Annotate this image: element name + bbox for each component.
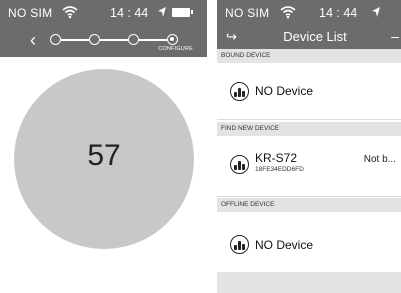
main-content: 57	[0, 57, 207, 293]
stepper-line	[139, 39, 167, 41]
device-name: KR-S72	[255, 151, 298, 165]
location-arrow-icon	[372, 7, 380, 17]
configure-screen: NO SIM 14 : 44 ‹ CONFIGURE 57	[0, 0, 207, 293]
stepper-line	[100, 39, 128, 41]
device-id: 18FE34EDD6FD	[255, 166, 304, 173]
step-1	[50, 34, 61, 45]
battery-icon	[172, 8, 193, 17]
carrier-label: NO SIM	[8, 6, 53, 20]
status-bar: NO SIM 14 : 44	[217, 6, 401, 22]
wifi-icon	[62, 6, 78, 19]
header-bar: NO SIM 14 : 44 ‹ CONFIGURE	[0, 0, 207, 57]
device-name: NO Device	[255, 238, 314, 252]
device-icon	[230, 155, 249, 174]
step-3	[128, 34, 139, 45]
chevron-left-icon[interactable]: ‹	[30, 31, 36, 49]
progress-stepper: CONFIGURE	[50, 30, 193, 52]
divider	[217, 119, 401, 120]
menu-icon[interactable]: –	[391, 28, 399, 44]
device-icon	[230, 82, 249, 101]
section-header-offline: OFFLINE DEVICE	[217, 198, 401, 212]
section-header-find-new: FIND NEW DEVICE	[217, 122, 401, 136]
divider	[217, 196, 401, 197]
bound-device-row[interactable]: NO Device	[217, 63, 401, 119]
found-device-row[interactable]: KR-S72 18FE34EDD6FD Not b...	[217, 136, 401, 196]
device-status: Not b...	[363, 154, 396, 165]
device-icon	[230, 235, 249, 254]
value-number: 57	[87, 139, 121, 172]
carrier-label: NO SIM	[225, 6, 270, 20]
location-arrow-icon	[158, 7, 166, 17]
step-2	[89, 34, 100, 45]
clock-time: 14 : 44	[110, 6, 149, 20]
clock-time: 14 : 44	[319, 6, 358, 20]
status-bar: NO SIM 14 : 44	[0, 6, 207, 22]
section-header-bound: BOUND DEVICE	[217, 49, 401, 63]
device-list-screen: NO SIM 14 : 44 ↪ Device List – BOUND DEV…	[217, 0, 401, 293]
offline-device-row[interactable]: NO Device	[217, 212, 401, 272]
wifi-icon	[280, 6, 296, 19]
step-current-label: CONFIGURE	[158, 46, 193, 52]
value-circle: 57	[14, 69, 194, 249]
device-name: NO Device	[255, 84, 314, 98]
step-4-current	[167, 34, 178, 45]
header-bar: NO SIM 14 : 44 ↪ Device List –	[217, 0, 401, 49]
page-title: Device List	[283, 29, 347, 44]
list-footer	[217, 272, 401, 293]
stepper-line	[61, 39, 89, 41]
